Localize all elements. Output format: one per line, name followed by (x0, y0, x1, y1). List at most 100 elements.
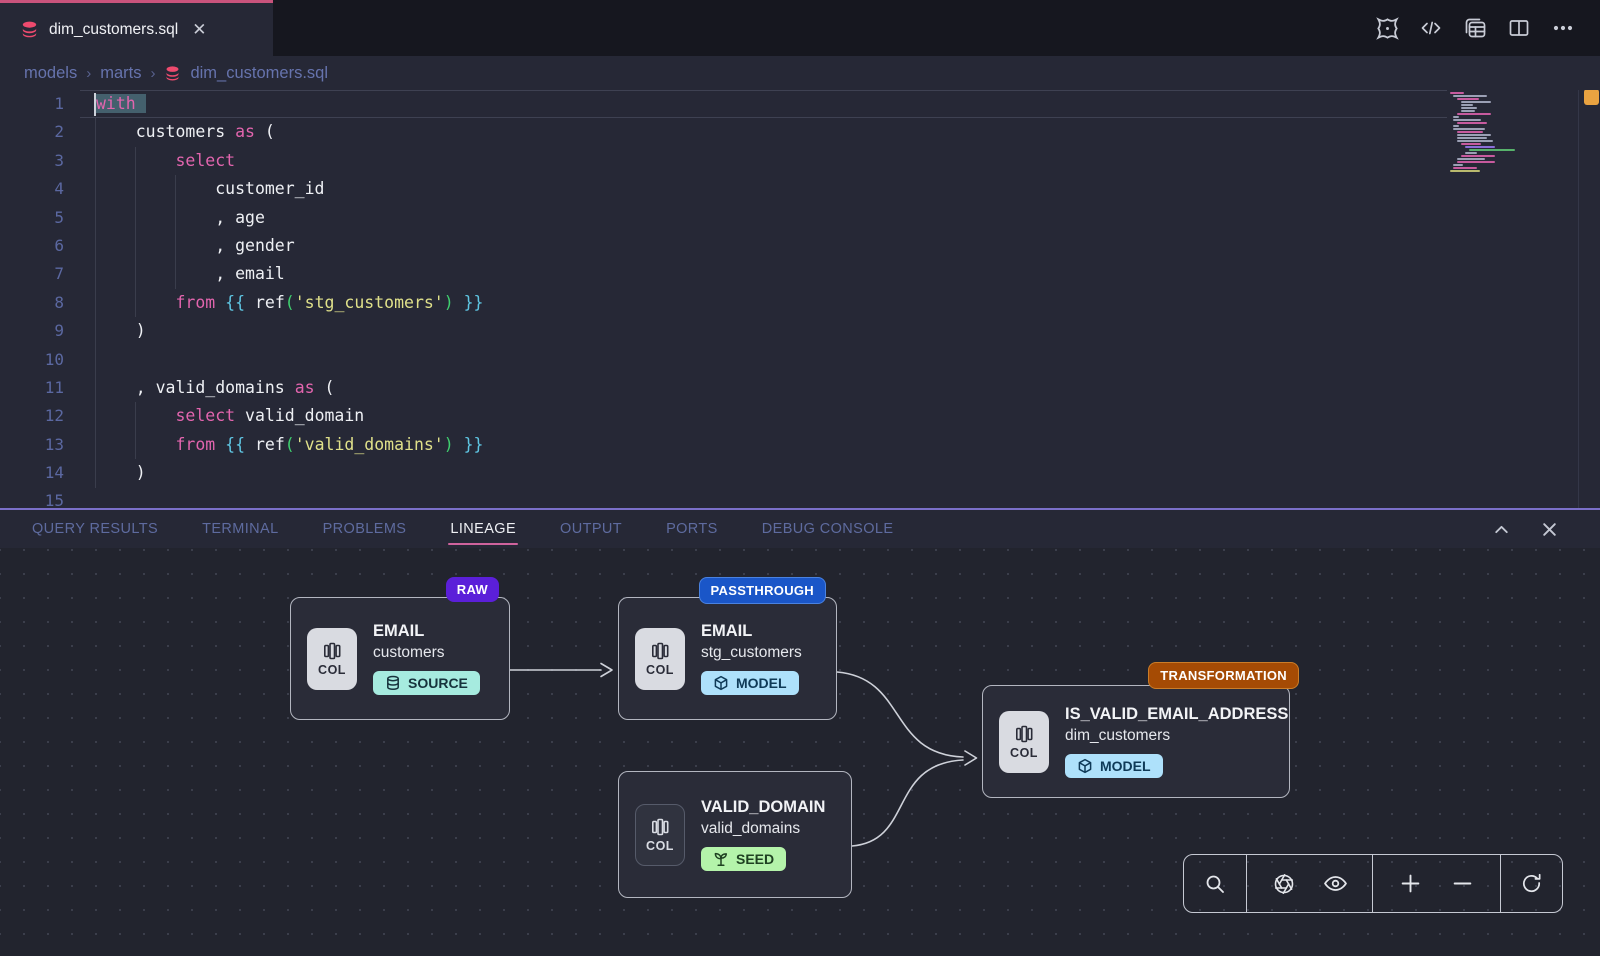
eye-icon[interactable] (1320, 869, 1350, 899)
breadcrumb-file[interactable]: dim_customers.sql (190, 64, 328, 83)
lineage-node-dim-customers[interactable]: TRANSFORMATION COL IS_VALID_EMAIL_ADDRES… (982, 685, 1290, 798)
close-icon[interactable]: ✕ (192, 21, 206, 38)
code-line-8[interactable]: 8 from {{ ref('stg_customers') }} (0, 289, 1600, 317)
line-number: 11 (0, 374, 64, 402)
code-text: from {{ ref('stg_customers') }} (64, 289, 484, 317)
code-line-15[interactable]: 15 (0, 487, 1600, 508)
more-icon[interactable] (1550, 15, 1576, 41)
code-line-5[interactable]: 5 , age (0, 204, 1600, 232)
columns-icon (1014, 724, 1034, 744)
line-number: 14 (0, 459, 64, 487)
panel-tab-output[interactable]: OUTPUT (560, 510, 622, 548)
split-editor-icon[interactable] (1506, 15, 1532, 41)
code-line-12[interactable]: 12 select valid_domain (0, 402, 1600, 430)
database-icon (164, 65, 181, 82)
col-label: COL (646, 839, 674, 853)
node-column-name: IS_VALID_EMAIL_ADDRESS (1065, 705, 1288, 724)
lineage-canvas[interactable]: RAW COL EMAIL customers SOURCE (0, 548, 1600, 956)
column-tile: COL (635, 804, 685, 866)
code-line-6[interactable]: 6 , gender (0, 232, 1600, 260)
search-icon[interactable] (1200, 869, 1230, 899)
aperture-icon[interactable] (1269, 869, 1299, 899)
panel-tab-ports[interactable]: PORTS (666, 510, 718, 548)
lineage-node-customers[interactable]: RAW COL EMAIL customers SOURCE (290, 597, 510, 720)
node-column-name: VALID_DOMAIN (701, 798, 825, 817)
model-badge: MODEL (1065, 754, 1163, 778)
duplicate-table-icon[interactable] (1462, 15, 1488, 41)
code-text: , valid_domains as ( (64, 374, 334, 402)
tab-title: dim_customers.sql (49, 21, 178, 39)
minimap-line (1465, 146, 1495, 148)
minimap[interactable] (1450, 92, 1534, 173)
dbt-logo-icon[interactable] (1374, 15, 1400, 41)
code-line-10[interactable]: 10 (0, 346, 1600, 374)
node-model-name: dim_customers (1065, 727, 1288, 745)
line-number: 4 (0, 175, 64, 203)
minimap-line (1457, 113, 1491, 115)
minimap-line (1453, 125, 1459, 127)
code-line-4[interactable]: 4 customer_id (0, 175, 1600, 203)
raw-tag: RAW (446, 577, 499, 602)
minimap-line (1457, 131, 1483, 133)
badge-label: SEED (736, 851, 774, 867)
code-text: , age (64, 204, 265, 232)
badge-label: MODEL (736, 675, 787, 691)
transformation-tag: TRANSFORMATION (1148, 662, 1299, 689)
code-icon[interactable] (1418, 15, 1444, 41)
lineage-node-stg-customers[interactable]: PASSTHROUGH COL EMAIL stg_customers MODE… (618, 597, 837, 720)
refresh-icon[interactable] (1517, 869, 1547, 899)
code-line-11[interactable]: 11 , valid_domains as ( (0, 374, 1600, 402)
code-editor[interactable]: 1with2 customers as (3 select4 customer_… (0, 90, 1600, 508)
code-text: customers as ( (64, 118, 275, 146)
node-model-name: stg_customers (701, 644, 802, 662)
minimap-line (1461, 143, 1481, 145)
minimap-line (1461, 101, 1491, 103)
code-line-7[interactable]: 7 , email (0, 260, 1600, 288)
editor-tab-dim-customers[interactable]: dim_customers.sql ✕ (0, 0, 273, 56)
minimap-line (1457, 158, 1485, 160)
code-line-14[interactable]: 14 ) (0, 459, 1600, 487)
zoom-out-icon[interactable] (1448, 869, 1478, 899)
column-tile: COL (635, 628, 685, 690)
code-line-2[interactable]: 2 customers as ( (0, 118, 1600, 146)
code-line-1[interactable]: 1with (0, 90, 1600, 118)
panel-tab-query-results[interactable]: QUERY RESULTS (32, 510, 158, 548)
breadcrumb-item-models[interactable]: models (24, 64, 77, 83)
minimap-line (1453, 116, 1459, 118)
badge-label: MODEL (1100, 758, 1151, 774)
zoom-in-icon[interactable] (1395, 869, 1425, 899)
minimap-line (1461, 104, 1473, 106)
panel-tab-problems[interactable]: PROBLEMS (323, 510, 407, 548)
breadcrumb: models › marts › dim_customers.sql (0, 56, 1600, 90)
code-text: , gender (64, 232, 295, 260)
header-actions (1374, 0, 1576, 56)
panel-tab-terminal[interactable]: TERMINAL (202, 510, 279, 548)
lineage-toolbar (1183, 854, 1563, 913)
code-line-13[interactable]: 13 from {{ ref('valid_domains') }} (0, 431, 1600, 459)
code-text: select valid_domain (64, 402, 364, 430)
code-line-3[interactable]: 3 select (0, 147, 1600, 175)
line-number: 12 (0, 402, 64, 430)
seed-badge: SEED (701, 847, 786, 871)
scrollbar-marker (1584, 90, 1599, 105)
source-badge: SOURCE (373, 671, 480, 695)
column-tile: COL (307, 628, 357, 690)
panel-tab-lineage[interactable]: LINEAGE (450, 510, 516, 548)
lineage-node-valid-domains[interactable]: COL VALID_DOMAIN valid_domains SEED (618, 771, 852, 898)
cube-icon (1077, 758, 1093, 774)
minimap-line (1457, 140, 1493, 142)
code-line-9[interactable]: 9 ) (0, 317, 1600, 345)
panel-bar-actions (1490, 510, 1560, 548)
breadcrumb-item-marts[interactable]: marts (100, 64, 141, 83)
chevron-right-icon: › (150, 65, 155, 82)
minimap-line (1461, 155, 1495, 157)
minimap-line (1457, 134, 1491, 136)
minimap-line (1453, 95, 1487, 97)
text-cursor (94, 93, 96, 116)
panel-tab-debug-console[interactable]: DEBUG CONSOLE (762, 510, 894, 548)
close-icon[interactable] (1538, 518, 1560, 540)
line-number: 1 (0, 90, 64, 118)
minimap-line (1450, 92, 1464, 94)
chevron-up-icon[interactable] (1490, 518, 1512, 540)
line-number: 2 (0, 118, 64, 146)
